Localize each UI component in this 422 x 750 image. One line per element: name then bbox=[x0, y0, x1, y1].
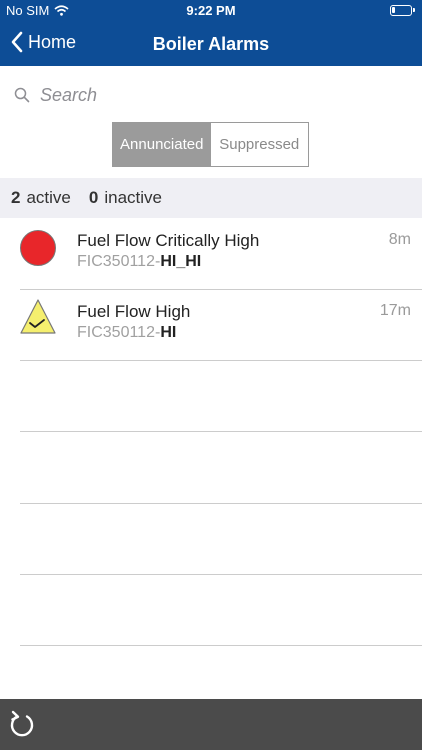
alarm-tag-level: HI bbox=[160, 324, 177, 341]
battery-level bbox=[392, 7, 395, 13]
critical-alarm-icon bbox=[20, 230, 56, 266]
clock: 9:22 PM bbox=[186, 3, 236, 18]
row-divider bbox=[20, 360, 422, 361]
alarm-tag-prefix: FIC350112- bbox=[77, 324, 161, 341]
alarm-age: 17m bbox=[379, 302, 411, 319]
segment-annunciated[interactable]: Annunciated bbox=[113, 123, 211, 166]
alarm-tag-prefix: FIC350112- bbox=[77, 253, 161, 270]
search-input[interactable] bbox=[38, 83, 382, 107]
alarm-row[interactable]: Fuel Flow High FIC350112-HI 17m bbox=[0, 290, 422, 361]
alarm-tag-level: HI_HI bbox=[160, 253, 202, 270]
alarm-title: Fuel Flow Critically High bbox=[77, 231, 260, 250]
active-count: 2 bbox=[11, 188, 21, 207]
battery-icon bbox=[390, 5, 415, 16]
navigation-bar: Home Boiler Alarms bbox=[0, 22, 422, 66]
alarm-age: 8m bbox=[388, 231, 411, 248]
status-bar: No SIM 9:22 PM bbox=[0, 0, 422, 22]
alarm-tag: FIC350112-HI bbox=[77, 324, 176, 342]
page-title: Boiler Alarms bbox=[152, 34, 270, 54]
empty-row-divider bbox=[20, 645, 422, 646]
search-bar[interactable] bbox=[14, 82, 408, 108]
inactive-label: inactive bbox=[104, 188, 162, 207]
alarm-filter-segmented-control: Annunciated Suppressed bbox=[112, 122, 309, 167]
inactive-count: 0 bbox=[88, 188, 99, 207]
search-icon bbox=[14, 87, 30, 103]
active-label: active bbox=[26, 188, 71, 207]
bottom-toolbar bbox=[0, 699, 422, 750]
alarm-tag: FIC350112-HI_HI bbox=[77, 253, 201, 271]
refresh-icon[interactable] bbox=[8, 710, 36, 738]
alarm-row[interactable]: Fuel Flow Critically High FIC350112-HI_H… bbox=[0, 219, 422, 290]
empty-row-divider bbox=[20, 503, 422, 504]
empty-row-divider bbox=[20, 431, 422, 432]
empty-row-divider bbox=[20, 574, 422, 575]
warning-acknowledged-icon bbox=[20, 299, 56, 334]
alarm-count-header: 2 active 0 inactive bbox=[0, 178, 422, 218]
alarm-title: Fuel Flow High bbox=[77, 302, 191, 321]
segment-suppressed[interactable]: Suppressed bbox=[210, 123, 308, 166]
